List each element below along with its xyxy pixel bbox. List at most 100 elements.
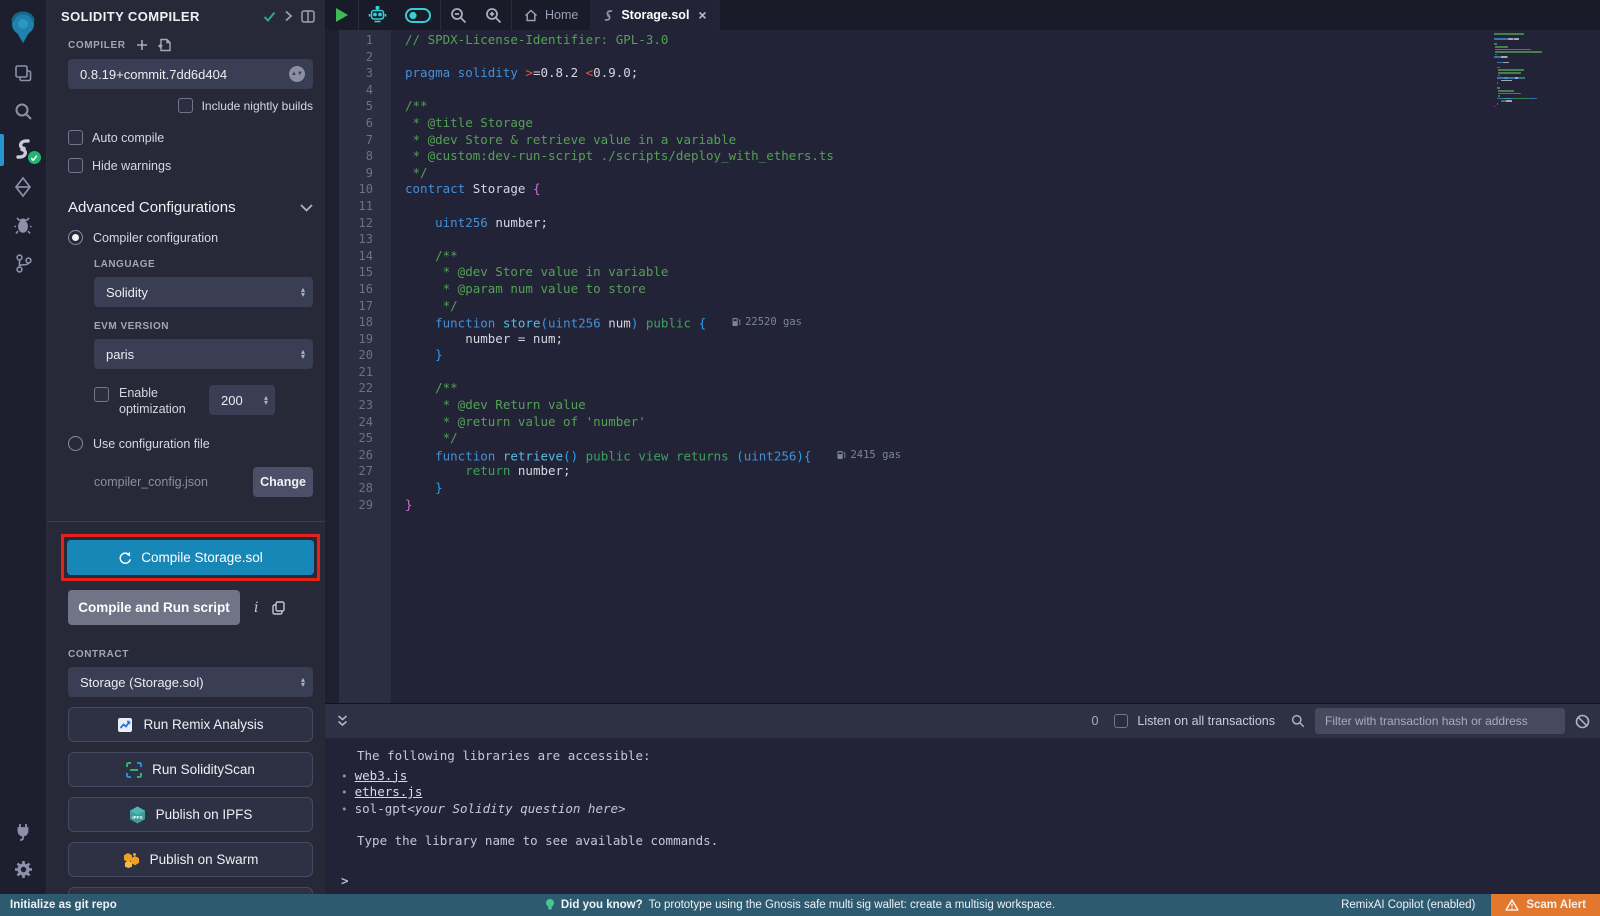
compiler-configuration-radio[interactable] (68, 230, 83, 245)
include-nightly-checkbox[interactable] (178, 98, 193, 113)
code-line[interactable]: function retrieve() public view returns … (405, 447, 1600, 464)
line-number[interactable]: 7 (339, 132, 373, 149)
search-icon[interactable] (0, 92, 47, 130)
code-line[interactable]: } (405, 347, 1600, 364)
copilot-status[interactable]: RemixAI Copilot (enabled) (1341, 899, 1475, 911)
git-icon[interactable] (0, 244, 47, 282)
use-configuration-file-radio[interactable] (68, 436, 83, 451)
transaction-filter-input[interactable] (1315, 708, 1565, 734)
evm-version-select[interactable]: paris ▴▾ (94, 339, 313, 369)
line-number[interactable]: 29 (339, 497, 373, 514)
compile-button[interactable]: Compile Storage.sol (67, 540, 314, 575)
listen-transactions-checkbox[interactable] (1114, 714, 1128, 728)
import-file-icon[interactable] (158, 38, 171, 52)
tab-home[interactable]: Home (512, 0, 591, 30)
line-number[interactable]: 20 (339, 347, 373, 364)
code-line[interactable]: * @dev Return value (405, 397, 1600, 414)
code-line[interactable] (405, 49, 1600, 66)
line-number[interactable]: 11 (339, 198, 373, 215)
code-line[interactable]: */ (405, 298, 1600, 315)
line-number[interactable]: 6 (339, 115, 373, 132)
line-number[interactable]: 28 (339, 480, 373, 497)
add-compiler-icon[interactable] (136, 39, 148, 51)
line-number[interactable]: 24 (339, 414, 373, 431)
code-line[interactable]: * @return value of 'number' (405, 414, 1600, 431)
zoom-out-icon[interactable] (441, 0, 476, 30)
code-line[interactable] (405, 231, 1600, 248)
contract-select[interactable]: Storage (Storage.sol) ▴▾ (68, 667, 313, 697)
line-number[interactable]: 23 (339, 397, 373, 414)
collapse-chevrons-icon[interactable] (337, 715, 348, 727)
line-number[interactable]: 15 (339, 264, 373, 281)
code-line[interactable]: */ (405, 430, 1600, 447)
chevron-right-icon[interactable] (284, 10, 293, 22)
line-number[interactable]: 3 (339, 65, 373, 82)
line-number[interactable]: 4 (339, 82, 373, 99)
code-content[interactable]: // SPDX-License-Identifier: GPL-3.0 prag… (391, 30, 1600, 703)
compiler-version-select[interactable]: 0.8.19+commit.7dd6d404 ▲▼ (68, 59, 313, 89)
terminal-output[interactable]: The following libraries are accessible: … (325, 738, 1600, 894)
info-icon[interactable]: i (254, 600, 258, 616)
code-line[interactable] (405, 198, 1600, 215)
line-number[interactable]: 25 (339, 430, 373, 447)
code-line[interactable]: function store(uint256 num) public {2252… (405, 314, 1600, 331)
close-icon[interactable]: × (698, 7, 706, 23)
code-line[interactable]: * @custom:dev-run-script ./scripts/deplo… (405, 148, 1600, 165)
code-line[interactable]: } (405, 480, 1600, 497)
play-icon[interactable] (325, 0, 358, 30)
tab-storage-sol[interactable]: Storage.sol × (591, 0, 719, 30)
line-number[interactable]: 12 (339, 215, 373, 232)
auto-compile-checkbox[interactable] (68, 130, 83, 145)
line-number[interactable]: 2 (339, 49, 373, 66)
line-number[interactable]: 26 (339, 447, 373, 464)
deploy-run-icon[interactable] (0, 168, 47, 206)
line-number[interactable]: 19 (339, 331, 373, 348)
enable-optimization-checkbox[interactable] (94, 387, 109, 402)
line-number[interactable]: 5 (339, 98, 373, 115)
line-number[interactable]: 21 (339, 364, 373, 381)
scam-alert-button[interactable]: Scam Alert (1491, 894, 1600, 916)
code-editor[interactable]: 1234567891011121314151617181920212223242… (325, 30, 1600, 703)
config-filename[interactable]: compiler_config.json (68, 475, 253, 489)
run-remix-analysis-button[interactable]: Run Remix Analysis (68, 707, 313, 742)
line-number[interactable]: 8 (339, 148, 373, 165)
zoom-in-icon[interactable] (476, 0, 511, 30)
line-number[interactable]: 16 (339, 281, 373, 298)
line-number[interactable]: 27 (339, 463, 373, 480)
language-select[interactable]: Solidity ▴▾ (94, 277, 313, 307)
ai-toggle[interactable] (396, 0, 440, 30)
publish-on-ipfs-button[interactable]: IPFS Publish on IPFS (68, 797, 313, 832)
solidity-compiler-icon[interactable] (0, 130, 47, 168)
copy-icon[interactable] (272, 601, 285, 615)
code-line[interactable]: uint256 number; (405, 215, 1600, 232)
code-line[interactable]: // SPDX-License-Identifier: GPL-3.0 (405, 32, 1600, 49)
editor-minimap[interactable] (1494, 33, 1586, 108)
change-config-button[interactable]: Change (253, 467, 313, 497)
code-line[interactable] (405, 364, 1600, 381)
terminal-prompt[interactable]: > (341, 873, 1600, 889)
line-number[interactable]: 13 (339, 231, 373, 248)
line-number[interactable]: 10 (339, 181, 373, 198)
run-solidityscan-button[interactable]: Run SolidityScan (68, 752, 313, 787)
line-number[interactable]: 17 (339, 298, 373, 315)
git-init-status[interactable]: Initialize as git repo (0, 899, 117, 911)
ai-robot-icon[interactable] (359, 0, 396, 30)
code-line[interactable]: * @param num value to store (405, 281, 1600, 298)
line-number-gutter[interactable]: 1234567891011121314151617181920212223242… (339, 30, 391, 703)
code-line[interactable]: * @dev Store value in variable (405, 264, 1600, 281)
code-line[interactable]: * @dev Store & retrieve value in a varia… (405, 132, 1600, 149)
debugger-icon[interactable] (0, 206, 47, 244)
code-line[interactable]: number = num; (405, 331, 1600, 348)
code-line[interactable]: pragma solidity >=0.8.2 <0.9.0; (405, 65, 1600, 82)
optimization-runs-input[interactable]: 200 ▴▾ (209, 385, 275, 415)
line-number[interactable]: 9 (339, 165, 373, 182)
code-line[interactable]: return number; (405, 463, 1600, 480)
file-explorer-icon[interactable] (0, 54, 47, 92)
settings-icon[interactable] (0, 850, 47, 888)
line-number[interactable]: 18 (339, 314, 373, 331)
compilation-details-button[interactable]: Compilation Details (68, 887, 313, 894)
code-line[interactable]: /** (405, 248, 1600, 265)
code-line[interactable]: contract Storage { (405, 181, 1600, 198)
line-number[interactable]: 1 (339, 32, 373, 49)
panel-icon[interactable] (301, 10, 315, 23)
